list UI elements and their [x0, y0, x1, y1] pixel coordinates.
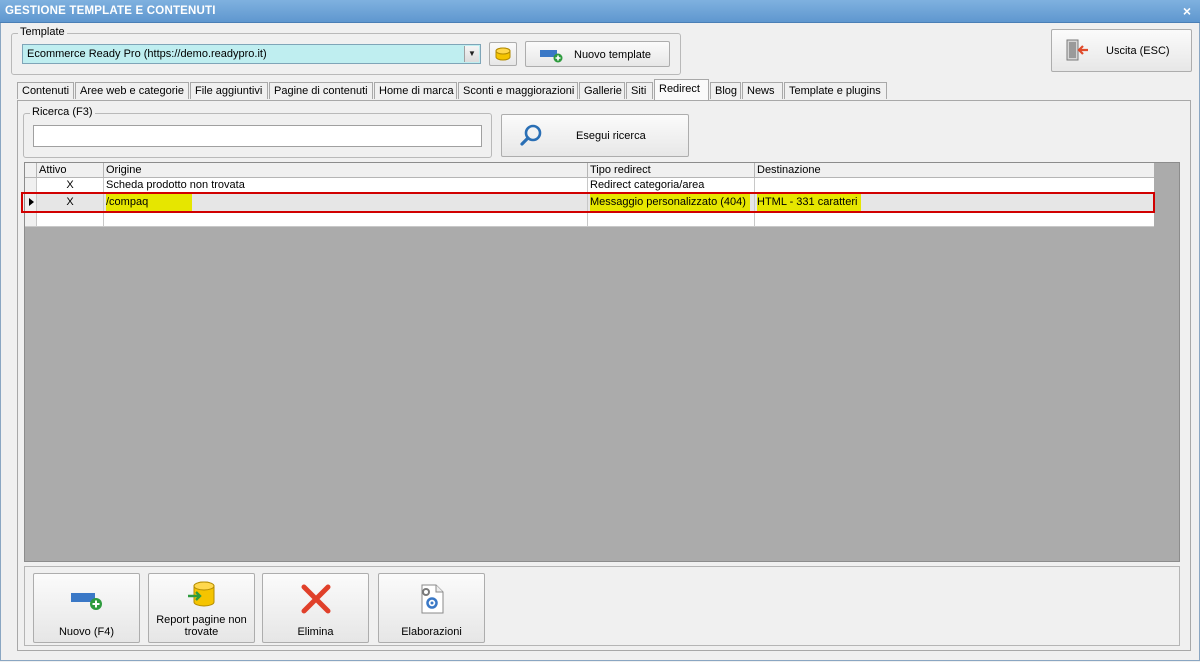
column-header-attivo[interactable]: Attivo	[37, 163, 104, 178]
delete-button[interactable]: Elimina	[262, 573, 369, 643]
exit-label: Uscita (ESC)	[1106, 45, 1170, 57]
open-template-button[interactable]	[489, 42, 517, 66]
cell-attivo[interactable]: X	[37, 178, 104, 193]
tab-label: File aggiuntivi	[195, 85, 263, 97]
grid-header: Attivo Origine Tipo redirect Destinazion…	[25, 163, 1155, 178]
tab-pagine-contenuti[interactable]: Pagine di contenuti	[269, 82, 373, 99]
search-icon	[520, 124, 542, 146]
cell-attivo[interactable]	[37, 212, 104, 227]
new-button[interactable]: Nuovo (F4)	[33, 573, 140, 643]
tab-aree-web[interactable]: Aree web e categorie	[75, 82, 189, 99]
tab-label: Contenuti	[22, 85, 70, 97]
processing-button-label: Elaborazioni	[401, 626, 462, 638]
tab-label: Siti	[631, 85, 647, 97]
cell-origine[interactable]: Scheda prodotto non trovata	[104, 178, 588, 193]
exit-door-icon	[1066, 39, 1088, 61]
cell-tipo-redirect[interactable]: Redirect categoria/area	[588, 178, 755, 193]
new-template-button[interactable]: Nuovo template	[525, 41, 670, 67]
row-header-corner	[25, 163, 37, 178]
processing-button[interactable]: Elaborazioni	[378, 573, 485, 643]
table-row[interactable]: X Scheda prodotto non trovata Redirect c…	[25, 178, 1155, 193]
tab-label: Sconti e maggiorazioni	[463, 85, 575, 97]
new-button-label: Nuovo (F4)	[58, 626, 115, 638]
tab-template-plugins[interactable]: Template e plugins	[784, 82, 887, 99]
template-legend: Template	[18, 26, 67, 38]
row-header[interactable]	[25, 178, 37, 193]
tab-label: News	[747, 85, 775, 97]
delete-button-label: Elimina	[297, 626, 334, 638]
tab-label: Pagine di contenuti	[274, 85, 368, 97]
template-select-value: Ecommerce Ready Pro (https://demo.readyp…	[27, 48, 267, 60]
search-input[interactable]	[33, 125, 482, 147]
tab-siti[interactable]: Siti	[626, 82, 653, 99]
tab-news[interactable]: News	[742, 82, 783, 99]
column-header-destinazione[interactable]: Destinazione	[755, 163, 1155, 178]
title-bar: GESTIONE TEMPLATE E CONTENUTI ×	[0, 0, 1200, 23]
cell-destinazione[interactable]	[755, 178, 1155, 193]
delete-x-icon	[301, 584, 331, 614]
tab-label: Gallerie	[584, 85, 622, 97]
grid-scrollbar[interactable]	[1154, 163, 1179, 561]
column-header-tipo-redirect[interactable]: Tipo redirect	[588, 163, 755, 178]
search-button[interactable]: Esegui ricerca	[501, 114, 689, 157]
tab-blog[interactable]: Blog	[710, 82, 741, 99]
tab-contenuti[interactable]: Contenuti	[17, 82, 74, 99]
redirect-grid: Attivo Origine Tipo redirect Destinazion…	[24, 162, 1180, 562]
template-select[interactable]: Ecommerce Ready Pro (https://demo.readyp…	[22, 44, 481, 64]
cell-origine[interactable]	[104, 212, 588, 227]
exit-button[interactable]: Uscita (ESC)	[1051, 29, 1192, 72]
report-button-label: Report pagine non trovate	[156, 614, 247, 638]
database-icon	[495, 47, 511, 61]
cell-tipo-redirect[interactable]	[588, 212, 755, 227]
tab-label: Blog	[715, 85, 738, 97]
selection-highlight-box	[21, 192, 1155, 213]
search-button-label: Esegui ricerca	[576, 130, 646, 142]
tab-gallerie[interactable]: Gallerie	[579, 82, 625, 99]
window-title: GESTIONE TEMPLATE E CONTENUTI	[5, 5, 216, 17]
tab-home-marca[interactable]: Home di marca	[374, 82, 457, 99]
tab-label: Template e plugins	[789, 85, 881, 97]
search-legend: Ricerca (F3)	[30, 106, 95, 118]
row-header[interactable]	[25, 212, 37, 227]
report-not-found-button[interactable]: Report pagine non trovate	[148, 573, 255, 643]
tab-file-aggiuntivi[interactable]: File aggiuntivi	[190, 82, 268, 99]
add-template-icon	[540, 50, 563, 63]
table-row-new[interactable]	[25, 212, 1155, 227]
tab-redirect[interactable]: Redirect	[654, 79, 709, 100]
close-icon[interactable]: ×	[1183, 3, 1191, 19]
add-icon	[71, 593, 102, 610]
report-database-icon	[188, 581, 215, 607]
tab-label: Aree web e categorie	[80, 85, 184, 97]
tab-sconti[interactable]: Sconti e maggiorazioni	[458, 82, 578, 99]
tab-label: Home di marca	[379, 85, 454, 97]
cell-destinazione[interactable]	[755, 212, 1155, 227]
settings-document-icon	[421, 584, 444, 614]
chevron-down-icon[interactable]: ▼	[464, 46, 479, 62]
tab-label: Redirect	[659, 83, 700, 95]
column-header-origine[interactable]: Origine	[104, 163, 588, 178]
new-template-label: Nuovo template	[574, 49, 652, 61]
